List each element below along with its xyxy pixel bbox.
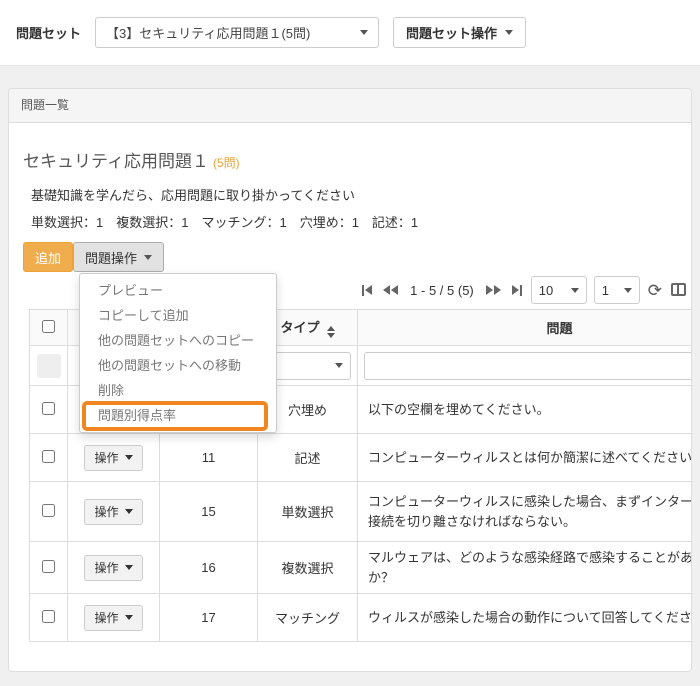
menu-item-move-to-other-set[interactable]: 他の問題セットへの移動 [80, 353, 276, 378]
row-op-button[interactable]: 操作 [84, 605, 142, 631]
next-page-icon [494, 285, 501, 295]
page-size-value: 10 [539, 283, 553, 298]
prev-page-icon [391, 285, 398, 295]
select-all-cell [30, 310, 68, 346]
chevron-down-icon [125, 565, 133, 570]
id-cell: 15 [160, 482, 258, 542]
question-header-cell: 問題 [358, 310, 693, 346]
menu-item-score-rate[interactable]: 問題別得点率 [80, 403, 276, 428]
question-cell: コンピューターウィルスに感染した場合、まずインターネットに接続を切り離さなければ… [358, 482, 693, 542]
next-page-button[interactable] [484, 283, 503, 297]
toggle-columns-button[interactable] [670, 282, 687, 299]
chevron-down-icon [125, 455, 133, 460]
last-page-icon [520, 285, 522, 296]
type-cell: 記述 [258, 434, 358, 482]
filter-cell-question [358, 346, 693, 386]
row-checkbox[interactable] [42, 560, 55, 573]
chevron-down-icon [505, 30, 513, 35]
row-checkbox[interactable] [42, 610, 55, 623]
first-page-icon [365, 285, 372, 295]
question-set-select-value: 【3】セキュリティ応用問題１(5問) [106, 23, 310, 42]
chevron-down-icon [624, 288, 632, 293]
question-list-panel: 問題一覧 セキュリティ応用問題１ (5問) 基礎知識を学んだら、応用問題に取り掛か… [8, 88, 692, 672]
table-row: 操作 17 マッチング ウィルスが感染した場合の動作について回答してください。 [30, 594, 693, 642]
id-cell: 17 [160, 594, 258, 642]
row-op-label: 操作 [94, 503, 118, 520]
menu-item-delete[interactable]: 削除 [80, 378, 276, 403]
table-row: 操作 16 複数選択 マルウェアは、どのような感染経路で感染することがありますか… [30, 542, 693, 594]
question-ops-button[interactable]: 問題操作 [73, 242, 164, 272]
first-page-icon [362, 285, 364, 296]
row-checkbox[interactable] [42, 504, 55, 517]
question-set-select[interactable]: 【3】セキュリティ応用問題１(5問) [95, 17, 379, 48]
panel-header-title: 問題一覧 [21, 98, 69, 112]
panel-header: 問題一覧 [9, 89, 691, 123]
row-op-label: 操作 [94, 609, 118, 626]
columns-icon [671, 283, 686, 296]
chevron-down-icon [125, 615, 133, 620]
type-cell: マッチング [258, 594, 358, 642]
chevron-down-icon [360, 30, 368, 35]
question-set-title: セキュリティ応用問題１ [23, 152, 209, 171]
prev-page-button[interactable] [381, 283, 400, 297]
question-cell: ウィルスが感染した場合の動作について回答してください。 [358, 594, 693, 642]
id-cell: 11 [160, 434, 258, 482]
page-title: セキュリティ応用問題１ (5問) [23, 147, 240, 172]
table-row: 操作 15 単数選択 コンピューターウィルスに感染した場合、まずインターネットに… [30, 482, 693, 542]
next-page-icon [486, 285, 493, 295]
page-number-value: 1 [602, 283, 609, 298]
chevron-down-icon [144, 255, 152, 260]
last-page-icon [512, 285, 519, 295]
question-count-badge: (5問) [213, 156, 240, 170]
type-filter-select[interactable] [265, 352, 351, 380]
question-set-description: 基礎知識を学んだら、応用問題に取り掛かってください [31, 185, 355, 204]
question-ops-menu: プレビュー コピーして追加 他の問題セットへのコピー 他の問題セットへの移動 削… [79, 273, 277, 433]
question-header-label: 問題 [546, 321, 572, 336]
page-number-select[interactable]: 1 [594, 276, 640, 304]
sort-icon [327, 326, 335, 338]
question-ops-label: 問題操作 [85, 248, 137, 267]
type-header-label: タイプ [280, 320, 319, 335]
question-cell: コンピューターウィルスとは何か簡潔に述べてください。 [358, 434, 693, 482]
table-row: 操作 11 記述 コンピューターウィルスとは何か簡潔に述べてください。 [30, 434, 693, 482]
chevron-down-icon [335, 363, 343, 368]
row-op-button[interactable]: 操作 [84, 555, 142, 581]
row-checkbox[interactable] [42, 402, 55, 415]
prev-page-icon [383, 285, 390, 295]
question-set-label: 問題セット [16, 23, 81, 42]
page-size-select[interactable]: 10 [531, 276, 587, 304]
menu-item-copy-add[interactable]: コピーして追加 [80, 303, 276, 328]
row-checkbox[interactable] [42, 450, 55, 463]
row-op-label: 操作 [94, 449, 118, 466]
pagination: 1 - 5 / 5 (5) 10 1 ⟳ [360, 275, 687, 305]
question-filter-input[interactable] [364, 352, 692, 380]
last-page-button[interactable] [510, 283, 524, 298]
menu-item-preview[interactable]: プレビュー [80, 278, 276, 303]
select-all-checkbox[interactable] [42, 320, 55, 333]
id-cell: 16 [160, 542, 258, 594]
refresh-icon: ⟳ [648, 281, 662, 300]
page: 問題セット 【3】セキュリティ応用問題１(5問) 問題セット操作 問題一覧 セキ… [0, 0, 700, 686]
type-cell: 複数選択 [258, 542, 358, 594]
first-page-button[interactable] [360, 283, 374, 298]
pagination-info: 1 - 5 / 5 (5) [410, 283, 474, 298]
question-type-stats: 単数選択：1 複数選択：1 マッチング：1 穴埋め：1 記述：1 [31, 212, 418, 231]
row-op-button[interactable]: 操作 [84, 499, 142, 525]
chevron-down-icon [125, 509, 133, 514]
row-op-label: 操作 [94, 559, 118, 576]
question-set-actions-label: 問題セット操作 [406, 23, 497, 42]
topbar: 問題セット 【3】セキュリティ応用問題１(5問) 問題セット操作 [0, 0, 700, 66]
menu-item-copy-to-other-set[interactable]: 他の問題セットへのコピー [80, 328, 276, 353]
row-op-button[interactable]: 操作 [84, 445, 142, 471]
refresh-button[interactable]: ⟳ [647, 282, 663, 299]
type-cell: 単数選択 [258, 482, 358, 542]
question-cell: マルウェアは、どのような感染経路で感染することがありますか？ [358, 542, 693, 594]
menu-item-score-rate-label: 問題別得点率 [98, 408, 176, 423]
filter-placeholder [37, 354, 61, 378]
question-set-actions-button[interactable]: 問題セット操作 [393, 17, 526, 48]
add-button[interactable]: 追加 [23, 242, 73, 272]
chevron-down-icon [571, 288, 579, 293]
filter-cell-checkbox [30, 346, 68, 386]
question-cell: 以下の空欄を埋めてください。 [358, 386, 693, 434]
